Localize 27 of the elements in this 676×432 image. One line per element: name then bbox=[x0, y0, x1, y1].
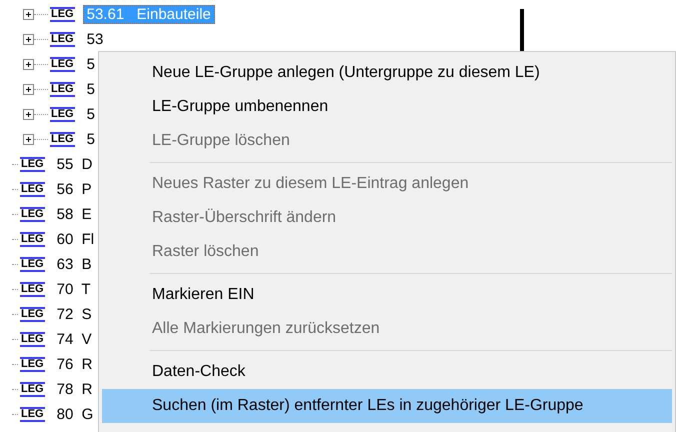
tree-item[interactable]: 53 bbox=[82, 30, 108, 49]
expand-icon[interactable] bbox=[23, 134, 34, 145]
tree-item[interactable]: 5 bbox=[82, 130, 99, 149]
menu-item[interactable]: Daten-Check bbox=[102, 355, 672, 389]
expand-icon[interactable] bbox=[23, 84, 34, 95]
tree-item[interactable]: 78 R bbox=[52, 380, 96, 399]
tree-item[interactable]: 76 R bbox=[52, 355, 96, 374]
expand-icon[interactable] bbox=[23, 9, 34, 20]
menu-item[interactable]: Neue LE-Gruppe anlegen (Untergruppe zu diesem LE) bbox=[102, 56, 672, 90]
tree-item[interactable]: 58 E bbox=[52, 205, 96, 224]
tree-item[interactable]: 80 G bbox=[52, 405, 98, 424]
expand-icon[interactable] bbox=[23, 109, 34, 120]
tree-item[interactable]: 63 B bbox=[52, 255, 96, 274]
tree-item[interactable]: 5 bbox=[82, 80, 99, 99]
tree-item[interactable]: 56 P bbox=[52, 180, 96, 199]
tree-item[interactable]: 5 bbox=[82, 105, 99, 124]
expand-icon[interactable] bbox=[23, 34, 34, 45]
tree-item[interactable]: 72 S bbox=[52, 305, 96, 324]
tree-item[interactable]: 74 V bbox=[52, 330, 96, 349]
tree-item[interactable]: 55 D bbox=[52, 155, 96, 174]
tree-item[interactable]: 5 bbox=[82, 55, 99, 74]
menu-item[interactable]: Markieren EIN bbox=[102, 278, 672, 312]
menu-item[interactable]: Suchen (im Raster) entfernter LEs in zugehöriger LE-Gruppe bbox=[102, 389, 672, 423]
tree-item[interactable]: 70 T bbox=[52, 280, 95, 299]
tree-item[interactable]: 60 Fl bbox=[52, 230, 98, 249]
menu-item[interactable]: LE-Gruppe umbenennen bbox=[102, 90, 672, 124]
expand-icon[interactable] bbox=[23, 59, 34, 70]
